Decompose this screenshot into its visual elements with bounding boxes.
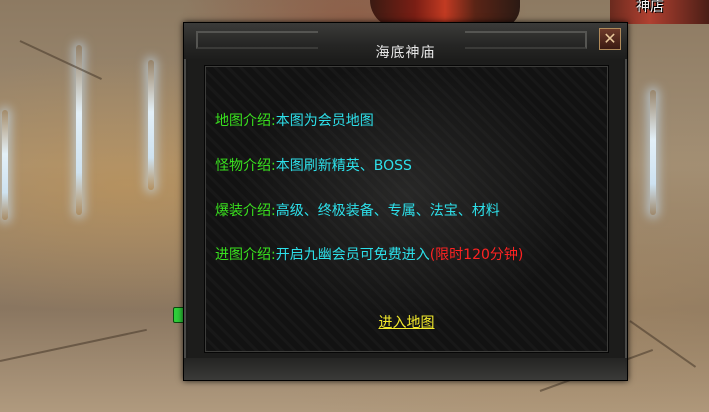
light-beam xyxy=(650,90,656,215)
close-button[interactable]: ✕ xyxy=(599,28,621,50)
npc-name-label[interactable]: 神店 xyxy=(636,0,664,16)
row-label: 爆装介绍: xyxy=(215,203,276,219)
row-label: 进图介绍: xyxy=(215,247,276,263)
row-value: 高级、终极装备、专属、法宝、材料 xyxy=(275,203,500,219)
row-value: 本图刷新精英、BOSS xyxy=(275,158,412,174)
dialog-bottom-bar xyxy=(184,358,627,380)
monster-intro-row: 怪物介绍:本图刷新精英、BOSS xyxy=(215,155,412,175)
time-limit-note: (限时120分钟) xyxy=(429,247,524,263)
enter-map-link[interactable]: 进入地图 xyxy=(205,312,608,332)
row-label: 怪物介绍: xyxy=(215,158,276,174)
row-label: 地图介绍: xyxy=(215,113,276,129)
row-value: 本图为会员地图 xyxy=(275,113,374,129)
drop-intro-row: 爆装介绍:高级、终极装备、专属、法宝、材料 xyxy=(215,200,500,220)
map-info-dialog: 海底神庙 ✕ 地图介绍:本图为会员地图 怪物介绍:本图刷新精英、BOSS 爆装介… xyxy=(183,22,628,381)
entry-intro-row: 进图介绍:开启九幽会员可免费进入(限时120分钟) xyxy=(215,244,523,264)
map-intro-row: 地图介绍:本图为会员地图 xyxy=(215,110,374,130)
light-beam xyxy=(2,110,8,220)
ground-crack xyxy=(19,40,102,80)
light-beam xyxy=(148,60,154,190)
dialog-title-bar[interactable]: 海底神庙 ✕ xyxy=(184,23,627,61)
close-icon: ✕ xyxy=(603,29,617,48)
row-value: 开启九幽会员可免费进入 xyxy=(275,247,430,263)
dialog-title: 海底神庙 xyxy=(375,45,436,61)
ground-crack xyxy=(0,328,147,362)
dialog-content: 地图介绍:本图为会员地图 怪物介绍:本图刷新精英、BOSS 爆装介绍:高级、终极… xyxy=(204,65,609,353)
ground-crack xyxy=(629,320,697,368)
